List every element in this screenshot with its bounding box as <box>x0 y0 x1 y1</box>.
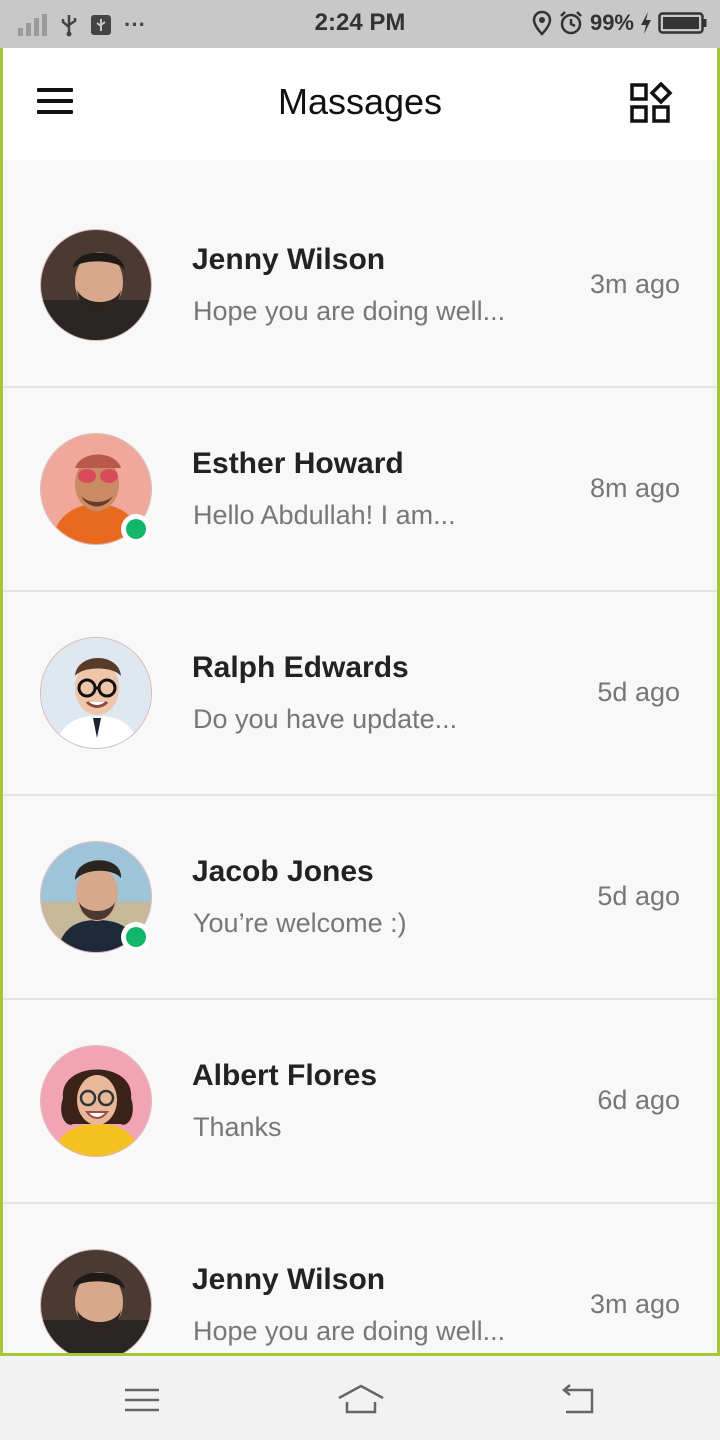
contact-name: Albert Flores <box>192 1059 378 1092</box>
contact-name: Jenny Wilson <box>192 1263 386 1296</box>
status-bar: ··· 2:24 PM 99% <box>0 0 720 48</box>
location-icon <box>532 10 552 36</box>
message-preview: You’re welcome :) <box>193 908 407 938</box>
alarm-icon <box>560 11 582 35</box>
avatar <box>40 229 152 341</box>
online-indicator <box>121 922 151 952</box>
message-time: 8m ago <box>589 473 680 503</box>
app-bar: Massages <box>3 48 717 160</box>
message-time: 5d ago <box>597 881 680 911</box>
conversation-row[interactable]: Jacob Jones You’re welcome :) 5d ago <box>3 796 717 1000</box>
conversation-row[interactable]: Jenny Wilson Hope you are doing well... … <box>3 1204 717 1353</box>
page-title: Massages <box>277 81 443 122</box>
message-time: 3m ago <box>589 1289 680 1319</box>
message-time: 3m ago <box>589 269 680 299</box>
message-preview: Thanks <box>193 1112 282 1142</box>
conversation-row[interactable]: Jenny Wilson Hope you are doing well... … <box>3 184 717 388</box>
app-screen: Massages Jenny Wilson Hope you are doing… <box>0 48 720 1356</box>
grid-apps-icon[interactable] <box>629 81 673 126</box>
conversation-row[interactable]: Albert Flores Thanks 6d ago <box>3 1000 717 1204</box>
conversation-list: Jenny Wilson Hope you are doing well... … <box>3 184 717 1353</box>
battery-icon <box>658 12 707 34</box>
message-time: 6d ago <box>597 1085 680 1115</box>
contact-name: Ralph Edwards <box>192 651 409 684</box>
recent-apps-icon[interactable] <box>122 1380 162 1420</box>
conversation-row[interactable]: Esther Howard Hello Abdullah! I am... 8m… <box>3 388 717 592</box>
back-icon[interactable] <box>558 1380 598 1420</box>
contact-name: Jenny Wilson <box>192 243 386 276</box>
message-preview: Hope you are doing well... <box>193 1316 506 1346</box>
online-indicator <box>121 514 151 544</box>
avatar <box>40 1249 152 1353</box>
status-right-icons: 99% <box>532 10 708 36</box>
avatar <box>40 637 152 749</box>
conversation-row[interactable]: Ralph Edwards Do you have update... 5d a… <box>3 592 717 796</box>
message-preview: Do you have update... <box>193 704 458 734</box>
message-preview: Hello Abdullah! I am... <box>193 500 456 530</box>
battery-percent: 99% <box>589 10 634 35</box>
home-icon[interactable] <box>336 1380 386 1420</box>
avatar <box>40 1045 152 1157</box>
message-time: 5d ago <box>597 677 680 707</box>
system-nav-bar <box>0 1356 720 1440</box>
contact-name: Jacob Jones <box>192 855 374 888</box>
message-preview: Hope you are doing well... <box>193 296 506 326</box>
contact-name: Esther Howard <box>192 447 404 480</box>
charging-icon <box>641 12 651 34</box>
